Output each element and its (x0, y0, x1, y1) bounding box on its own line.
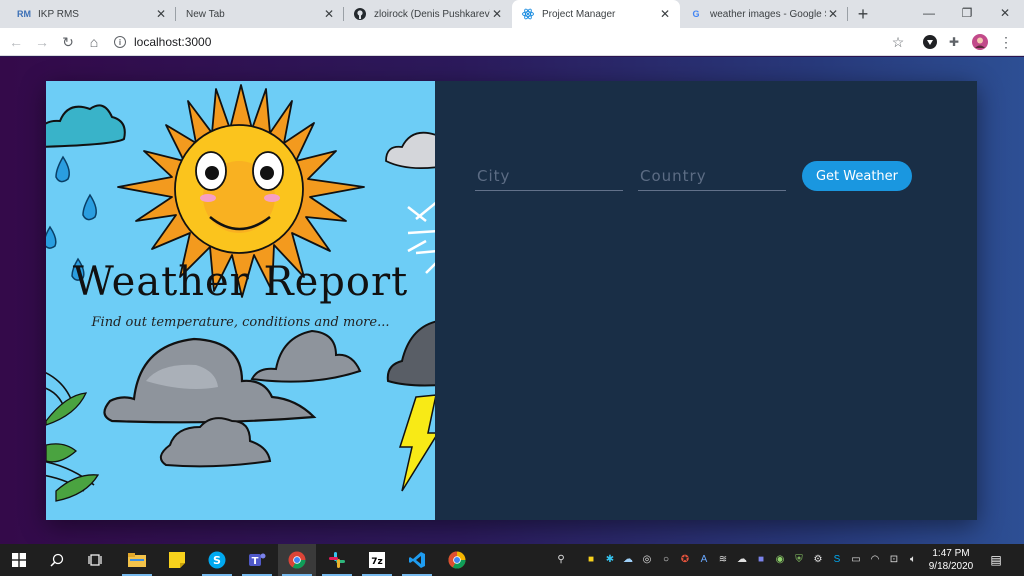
tab-title: IKP RMS (38, 8, 79, 20)
vscode-icon[interactable] (398, 544, 436, 576)
teams-icon[interactable]: T (238, 544, 276, 576)
leaf-icon (46, 392, 100, 502)
chrome-icon[interactable] (278, 544, 316, 576)
hero-panel: Weather Report Find out temperature, con… (46, 81, 435, 520)
sticky-notes-icon[interactable] (158, 544, 196, 576)
slack-tray-icon[interactable]: ✱ (603, 552, 617, 566)
cloud-icon (250, 329, 362, 383)
browser-toolbar: ← → ↻ ⌂ i localhost:3000 ☆ ✚ ⋮ (0, 28, 1024, 56)
home-icon[interactable]: ⌂ (84, 32, 104, 52)
close-tab-icon[interactable]: ✕ (322, 7, 336, 21)
tab-title: Project Manager (542, 8, 616, 20)
cloud-icon (385, 131, 435, 170)
cloud-tray-icon[interactable]: ☁ (735, 552, 749, 566)
github-icon (354, 8, 366, 20)
svg-text:7z: 7z (371, 557, 383, 567)
teams-tray-icon[interactable]: ■ (754, 552, 768, 566)
reload-icon[interactable]: ↻ (58, 32, 78, 52)
react-icon (522, 8, 534, 20)
wind-icon (46, 372, 95, 492)
close-window-button[interactable]: ✕ (986, 0, 1024, 26)
close-tab-icon[interactable]: ✕ (154, 7, 168, 21)
globe-tray-icon[interactable]: ◉ (773, 552, 787, 566)
close-tab-icon[interactable]: ✕ (826, 7, 840, 21)
windows-start-icon[interactable] (0, 544, 38, 576)
lightning-icon (398, 394, 435, 492)
tab-title: weather images - Google S (710, 8, 826, 20)
url-text: localhost:3000 (134, 35, 212, 49)
get-weather-button[interactable]: Get Weather (802, 161, 912, 191)
back-arrow-icon[interactable]: ← (6, 32, 26, 52)
city-input[interactable] (475, 161, 623, 191)
sticky-tray-icon[interactable]: ■ (584, 552, 598, 566)
sync-tray-icon[interactable]: ◎ (640, 552, 654, 566)
site-info-icon[interactable]: i (114, 36, 126, 48)
browser-tab-strip: RM IKP RMS ✕ New Tab ✕ zloirock (Denis P… (0, 0, 1024, 28)
svg-text:S: S (213, 554, 221, 567)
wifi-icon[interactable]: ◠ (868, 552, 882, 566)
extensions-puzzle-icon[interactable]: ✚ (946, 34, 962, 50)
windows-taskbar: S T 7z ⚲ ■ ✱ ☁ ◎ ○ ✪ A ≋ ☁ ■ ◉ ⛨ ⚙ S ▭ ◠… (0, 544, 1024, 576)
task-view-icon[interactable] (76, 544, 114, 576)
tab-title: New Tab (186, 8, 225, 20)
shield-extension-icon[interactable] (922, 34, 938, 50)
cloud-icon (46, 104, 126, 148)
restore-button[interactable]: ❐ (948, 0, 986, 26)
app-title: Weather Report (72, 259, 409, 305)
close-tab-icon[interactable]: ✕ (658, 7, 672, 21)
settings-tray-icon[interactable]: ⚙ (811, 552, 825, 566)
new-tab-button[interactable]: + (853, 4, 873, 24)
tab-ikp-rms[interactable]: RM IKP RMS ✕ (8, 0, 176, 28)
search-icon[interactable] (38, 544, 76, 576)
google-icon: G (692, 9, 700, 19)
profile-avatar[interactable] (972, 34, 988, 50)
storm-cloud-icon (386, 320, 435, 387)
skype-icon[interactable]: S (198, 544, 236, 576)
tab-github[interactable]: zloirock (Denis Pushkarev) ✕ (344, 0, 512, 28)
people-icon[interactable]: ⚲ (554, 552, 568, 566)
circle-tray-icon[interactable]: ○ (659, 552, 673, 566)
network-off-icon[interactable]: ≋ (716, 552, 730, 566)
ikp-favicon-icon: RM (17, 9, 31, 19)
power-tray-icon[interactable]: ⊡ (887, 552, 901, 566)
cloud-icon (159, 417, 272, 468)
tab-title: zloirock (Denis Pushkarev) (374, 8, 490, 20)
weather-card: Weather Report Find out temperature, con… (46, 81, 977, 520)
close-tab-icon[interactable]: ✕ (490, 7, 504, 21)
volume-icon[interactable]: 🔈︎ (906, 552, 920, 566)
system-clock[interactable]: 1:47 PM 9/18/2020 (920, 547, 982, 573)
skype-tray-icon[interactable]: S (830, 552, 844, 566)
app-subtitle: Find out temperature, conditions and mor… (91, 315, 390, 330)
weather-form-panel: Get Weather (435, 81, 977, 520)
chrome-alt-icon[interactable] (438, 544, 476, 576)
browser-menu-icon[interactable]: ⋮ (996, 32, 1016, 52)
font-tray-icon[interactable]: A (697, 552, 711, 566)
page-background: Weather Report Find out temperature, con… (0, 57, 1024, 544)
minimize-button[interactable]: — (910, 0, 948, 26)
shield-tray-icon[interactable]: ⛨ (792, 552, 806, 566)
clock-time: 1:47 PM (932, 548, 970, 559)
bookmark-star-icon[interactable]: ☆ (888, 32, 908, 52)
clock-date: 9/18/2020 (928, 561, 974, 572)
notification-center-icon[interactable]: ▤ (988, 552, 1004, 568)
svg-text:T: T (252, 556, 259, 567)
address-bar[interactable]: i localhost:3000 (108, 32, 920, 52)
security-tray-icon[interactable]: ✪ (678, 552, 692, 566)
tab-google-search[interactable]: G weather images - Google S ✕ (680, 0, 848, 28)
onedrive-icon[interactable]: ☁ (621, 552, 635, 566)
file-explorer-icon[interactable] (118, 544, 156, 576)
battery-icon[interactable]: ▭ (849, 552, 863, 566)
tab-new-tab[interactable]: New Tab ✕ (176, 0, 344, 28)
country-input[interactable] (638, 161, 786, 191)
7zip-icon[interactable]: 7z (358, 544, 396, 576)
forward-arrow-icon[interactable]: → (32, 32, 52, 52)
slack-icon[interactable] (318, 544, 356, 576)
tab-project-manager[interactable]: Project Manager ✕ (512, 0, 680, 28)
